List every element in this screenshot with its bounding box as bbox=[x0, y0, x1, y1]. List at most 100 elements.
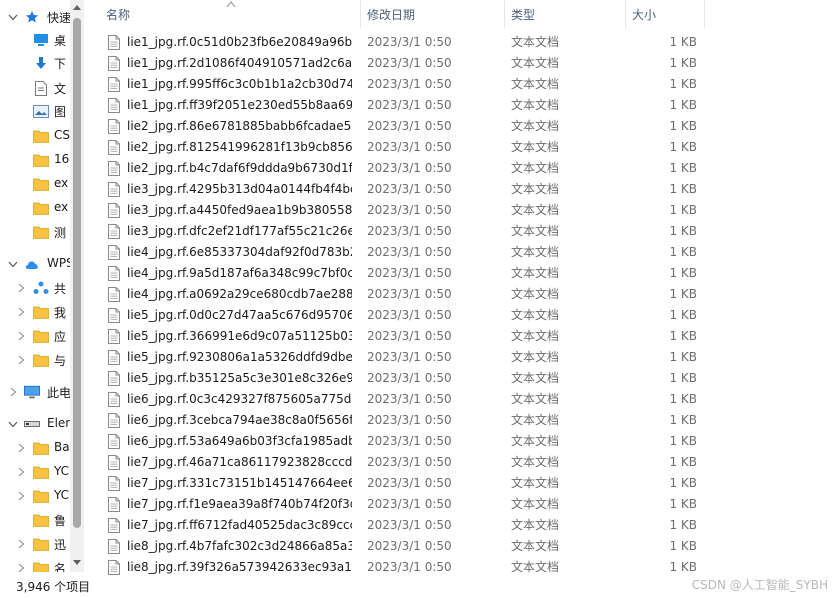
file-row[interactable]: lie2_jpg.rf.812541996281f13b9cb856... 202… bbox=[92, 137, 712, 158]
file-row[interactable]: lie2_jpg.rf.86e6781885babb6fcadae5... 202… bbox=[92, 116, 712, 137]
chevron-right-icon[interactable] bbox=[15, 490, 27, 502]
file-row[interactable]: lie6_jpg.rf.53a649a6b03f3cfa1985adb... 20… bbox=[92, 431, 712, 452]
file-row[interactable]: lie4_jpg.rf.6e85337304daf92f0d783b2... 20… bbox=[92, 242, 712, 263]
navigation-scrollbar[interactable] bbox=[70, 0, 84, 572]
file-row[interactable]: lie1_jpg.rf.0c51d0b23fb6e20849a96b... 202… bbox=[92, 32, 712, 53]
text-file-icon bbox=[108, 455, 120, 470]
file-row[interactable]: lie4_jpg.rf.9a5d187af6a348c99c7bf0c... 20… bbox=[92, 263, 712, 284]
file-row[interactable]: lie1_jpg.rf.995ff6c3c0b1b1a2cb30d74... 20… bbox=[92, 74, 712, 95]
file-row[interactable]: lie1_jpg.rf.ff39f2051e230ed55b8aa69... 20… bbox=[92, 95, 712, 116]
nav-item[interactable]: 共 bbox=[0, 277, 70, 299]
file-row[interactable]: lie5_jpg.rf.0d0c27d47aa5c676d95706... 202… bbox=[92, 305, 712, 326]
scroll-down-arrow-icon[interactable] bbox=[70, 556, 84, 570]
chevron-right-icon[interactable] bbox=[15, 562, 27, 572]
file-size: 1 KB bbox=[669, 287, 697, 301]
file-modified-date: 2023/3/1 0:50 bbox=[367, 392, 452, 406]
file-row[interactable]: lie4_jpg.rf.a0692a29ce680cdb7ae288... 202… bbox=[92, 284, 712, 305]
text-file-icon bbox=[108, 77, 120, 92]
file-type: 文本文档 bbox=[511, 371, 560, 385]
file-modified-date: 2023/3/1 0:50 bbox=[367, 560, 452, 574]
nav-item[interactable]: WPS bbox=[0, 253, 70, 275]
folder-icon bbox=[33, 128, 49, 144]
nav-item-label: 名 bbox=[54, 562, 67, 572]
chevron-right-icon[interactable] bbox=[15, 466, 27, 478]
nav-item[interactable]: Ba bbox=[0, 437, 70, 459]
file-type: 文本文档 bbox=[511, 266, 560, 280]
nav-item-label: ex bbox=[54, 176, 69, 190]
nav-item-label: 迅 bbox=[54, 538, 67, 552]
nav-item[interactable]: 我 bbox=[0, 301, 70, 323]
chevron-right-icon[interactable] bbox=[7, 386, 19, 398]
file-row[interactable]: lie7_jpg.rf.331c73151b145147664ee6... 202… bbox=[92, 473, 712, 494]
file-row[interactable]: lie6_jpg.rf.0c3c429327f875605a775dd... 20… bbox=[92, 389, 712, 410]
file-row[interactable]: lie7_jpg.rf.ff6712fad40525dac3c89ccc... 2… bbox=[92, 515, 712, 536]
file-row[interactable]: lie5_jpg.rf.b35125a5c3e301e8c326e9... 202… bbox=[92, 368, 712, 389]
chevron-down-icon[interactable] bbox=[7, 258, 19, 270]
nav-item[interactable]: CS bbox=[0, 125, 70, 147]
file-row[interactable]: lie7_jpg.rf.46a71ca86117923828cccd5... 20… bbox=[92, 452, 712, 473]
nav-item-label: WPS bbox=[47, 256, 70, 270]
nav-item-label: YC bbox=[54, 464, 70, 478]
file-size: 1 KB bbox=[669, 245, 697, 259]
nav-item[interactable]: 快速 bbox=[0, 6, 70, 28]
nav-item[interactable]: 与 bbox=[0, 349, 70, 371]
file-modified-date: 2023/3/1 0:50 bbox=[367, 434, 452, 448]
file-type: 文本文档 bbox=[511, 77, 560, 91]
text-file-icon bbox=[108, 119, 120, 134]
chevron-right-icon[interactable] bbox=[15, 330, 27, 342]
file-name: lie2_jpg.rf.86e6781885babb6fcadae5... bbox=[127, 119, 352, 133]
nav-item-label: 图 bbox=[54, 105, 67, 119]
chevron-down-icon[interactable] bbox=[7, 11, 19, 23]
nav-item[interactable]: 图 bbox=[0, 100, 70, 122]
nav-item[interactable]: ex bbox=[0, 173, 70, 195]
chevron-right-icon[interactable] bbox=[15, 442, 27, 454]
column-header-date[interactable]: 修改日期 bbox=[361, 0, 505, 28]
nav-item[interactable]: 此电 bbox=[0, 381, 70, 403]
file-name: lie5_jpg.rf.b35125a5c3e301e8c326e9... bbox=[127, 371, 352, 385]
nav-item[interactable]: 名 bbox=[0, 557, 70, 572]
nav-item-label: 此电 bbox=[47, 386, 70, 400]
file-name: lie8_jpg.rf.4b7fafc302c3d24866a85a3... bbox=[127, 539, 352, 553]
file-row[interactable]: lie8_jpg.rf.39f326a573942633ec93a1e... 20… bbox=[92, 557, 712, 576]
file-row[interactable]: lie5_jpg.rf.9230806a1a5326ddfd9dbe... 202… bbox=[92, 347, 712, 368]
chevron-right-icon[interactable] bbox=[15, 538, 27, 550]
chevron-right-icon[interactable] bbox=[15, 306, 27, 318]
file-row[interactable]: lie8_jpg.rf.4b7fafc302c3d24866a85a3... 20… bbox=[92, 536, 712, 557]
star-icon bbox=[24, 9, 40, 25]
nav-item[interactable]: 16 bbox=[0, 149, 70, 171]
column-header-type[interactable]: 类型 bbox=[505, 0, 626, 28]
nav-item[interactable]: ex bbox=[0, 197, 70, 219]
file-size: 1 KB bbox=[669, 98, 697, 112]
nav-item[interactable]: 测 bbox=[0, 221, 70, 243]
file-modified-date: 2023/3/1 0:50 bbox=[367, 182, 452, 196]
nav-item[interactable]: 桌 bbox=[0, 29, 70, 51]
chevron-down-icon[interactable] bbox=[7, 418, 19, 430]
nav-item[interactable]: 迅 bbox=[0, 533, 70, 555]
file-row[interactable]: lie1_jpg.rf.2d1086f404910571ad2c6ac... 20… bbox=[92, 53, 712, 74]
nav-item[interactable]: YC bbox=[0, 485, 70, 507]
nav-item-label: YC bbox=[54, 488, 70, 502]
text-file-icon bbox=[108, 539, 120, 554]
chevron-right-icon[interactable] bbox=[15, 354, 27, 366]
column-header-size[interactable]: 大小 bbox=[626, 0, 705, 28]
file-row[interactable]: lie5_jpg.rf.366991e6d9c07a51125b03... 202… bbox=[92, 326, 712, 347]
chevron-right-icon[interactable] bbox=[15, 282, 27, 294]
file-row[interactable]: lie3_jpg.rf.4295b313d04a0144fb4f4bc... 20… bbox=[92, 179, 712, 200]
nav-item[interactable]: 应 bbox=[0, 325, 70, 347]
file-row[interactable]: lie2_jpg.rf.b4c7daf6f9ddda9b6730d1f... 20… bbox=[92, 158, 712, 179]
nav-item[interactable]: YC bbox=[0, 461, 70, 483]
nav-item[interactable]: Elen bbox=[0, 413, 70, 435]
scroll-up-arrow-icon[interactable] bbox=[70, 0, 84, 14]
file-row[interactable]: lie3_jpg.rf.a4450fed9aea1b9b380558... 202… bbox=[92, 200, 712, 221]
file-row[interactable]: lie7_jpg.rf.f1e9aea39a8f740b74f20f3d... 2… bbox=[92, 494, 712, 515]
scrollbar-thumb[interactable] bbox=[73, 18, 81, 528]
file-name: lie1_jpg.rf.0c51d0b23fb6e20849a96b... bbox=[127, 35, 352, 49]
file-modified-date: 2023/3/1 0:50 bbox=[367, 287, 452, 301]
file-type: 文本文档 bbox=[511, 203, 560, 217]
nav-item[interactable]: 下 bbox=[0, 52, 70, 74]
file-size: 1 KB bbox=[669, 77, 697, 91]
nav-item[interactable]: 文 bbox=[0, 77, 70, 99]
file-row[interactable]: lie6_jpg.rf.3cebca794ae38c8a0f5656f... 20… bbox=[92, 410, 712, 431]
file-row[interactable]: lie3_jpg.rf.dfc2ef21df177af55c21c26e... 2… bbox=[92, 221, 712, 242]
nav-item[interactable]: 鲁 bbox=[0, 509, 70, 531]
